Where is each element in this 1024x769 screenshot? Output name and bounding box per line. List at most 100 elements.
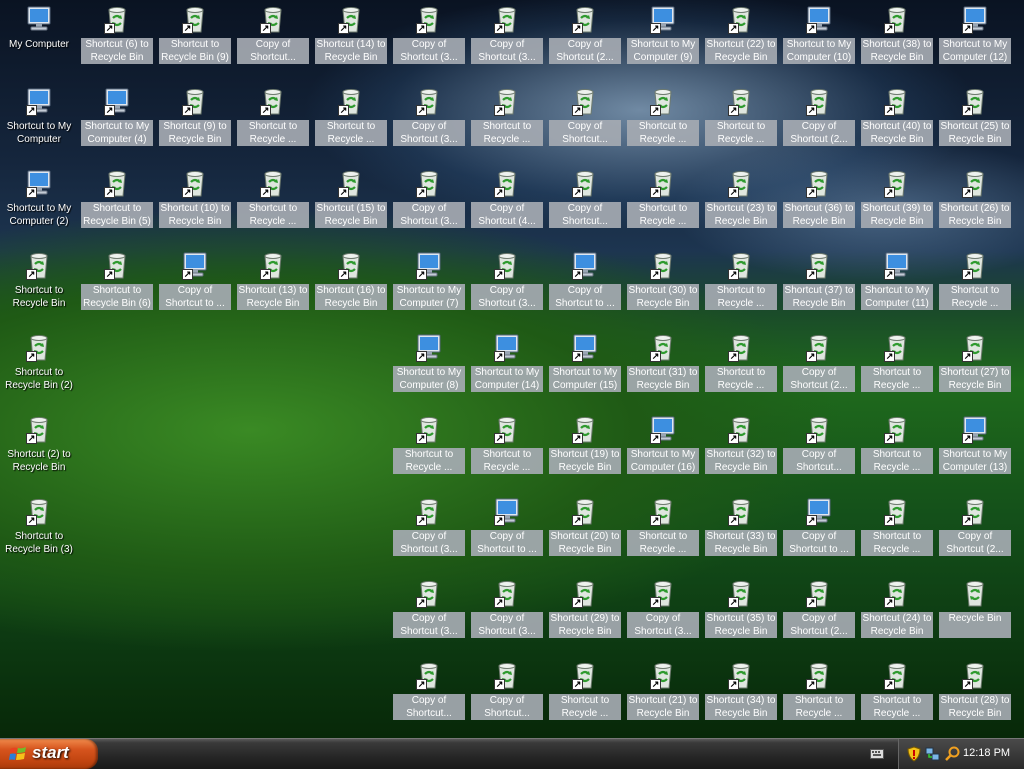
desktop-icon[interactable]: ↗ Shortcut (13) to Recycle Bin <box>235 248 311 328</box>
desktop-icon[interactable]: ↗ Copy of Shortcut (3... <box>625 576 701 656</box>
desktop-icon[interactable]: ↗ Shortcut to Recycle ... <box>625 166 701 246</box>
desktop-icon[interactable]: ↗ Copy of Shortcut (3... <box>391 166 467 246</box>
desktop-icon[interactable]: ↗ Shortcut to My Computer (14) <box>469 330 545 410</box>
desktop-icon[interactable]: ↗ Shortcut to Recycle ... <box>547 658 623 738</box>
desktop-icon[interactable]: ↗ Copy of Shortcut (2... <box>781 330 857 410</box>
desktop-icon[interactable]: ↗ Copy of Shortcut (3... <box>469 576 545 656</box>
desktop-icon[interactable]: ↗ Shortcut to My Computer (8) <box>391 330 467 410</box>
security-shield-icon[interactable] <box>907 746 921 762</box>
desktop-icon[interactable]: ↗ Shortcut (10) to Recycle Bin <box>157 166 233 246</box>
desktop-icon[interactable]: ↗ Shortcut to Recycle ... <box>781 658 857 738</box>
desktop-icon[interactable]: ↗ Shortcut (27) to Recycle Bin <box>937 330 1013 410</box>
desktop-icon[interactable]: ↗ Copy of Shortcut (3... <box>391 576 467 656</box>
desktop-icon[interactable]: ↗ Copy of Shortcut (3... <box>469 248 545 328</box>
desktop-icon[interactable]: ↗ Shortcut to Recycle Bin <box>1 248 77 328</box>
desktop-icon[interactable]: ↗ Shortcut (22) to Recycle Bin <box>703 2 779 82</box>
desktop-icon[interactable]: ↗ Shortcut (36) to Recycle Bin <box>781 166 857 246</box>
desktop-icon[interactable]: ↗ Shortcut to Recycle ... <box>703 84 779 164</box>
desktop-icon[interactable]: ↗ Copy of Shortcut... <box>235 2 311 82</box>
desktop-icon[interactable]: ↗ Shortcut to Recycle ... <box>313 84 389 164</box>
desktop-icon[interactable]: ↗ Shortcut to My Computer <box>1 84 77 164</box>
desktop-icon[interactable]: Recycle Bin <box>937 576 1013 656</box>
desktop-icon[interactable]: ↗ Shortcut to My Computer (4) <box>79 84 155 164</box>
desktop-icon[interactable]: ↗ Shortcut (25) to Recycle Bin <box>937 84 1013 164</box>
desktop-icon[interactable]: ↗ Shortcut (16) to Recycle Bin <box>313 248 389 328</box>
desktop-icon[interactable]: ↗ Copy of Shortcut (3... <box>391 2 467 82</box>
desktop-icon[interactable]: ↗ Copy of Shortcut... <box>547 84 623 164</box>
desktop-icon[interactable]: ↗ Copy of Shortcut (3... <box>391 494 467 574</box>
desktop-icon[interactable]: ↗ Copy of Shortcut (2... <box>781 576 857 656</box>
desktop-icon[interactable]: ↗ Shortcut to Recycle ... <box>859 658 935 738</box>
desktop-icon[interactable]: ↗ Copy of Shortcut (2... <box>781 84 857 164</box>
desktop-icon[interactable]: ↗ Shortcut to My Computer (13) <box>937 412 1013 492</box>
desktop-icon[interactable]: ↗ Copy of Shortcut to ... <box>781 494 857 574</box>
desktop-icon[interactable]: ↗ Shortcut to My Computer (16) <box>625 412 701 492</box>
desktop-icon[interactable]: ↗ Copy of Shortcut (2... <box>547 2 623 82</box>
desktop-icon[interactable]: ↗ Shortcut (24) to Recycle Bin <box>859 576 935 656</box>
desktop-icon[interactable]: ↗ Shortcut (28) to Recycle Bin <box>937 658 1013 738</box>
desktop-icon[interactable]: ↗ Shortcut to Recycle ... <box>859 412 935 492</box>
desktop-icon[interactable]: ↗ Shortcut (30) to Recycle Bin <box>625 248 701 328</box>
desktop[interactable]: My Computer ↗ Shortcut to My Computer ↗ Shor… <box>0 0 1024 738</box>
desktop-icon[interactable]: ↗ Shortcut (20) to Recycle Bin <box>547 494 623 574</box>
search-icon[interactable] <box>945 746 960 761</box>
desktop-icon[interactable]: ↗ Copy of Shortcut (3... <box>391 84 467 164</box>
desktop-icon[interactable]: ↗ Shortcut to Recycle Bin (5) <box>79 166 155 246</box>
desktop-icon[interactable]: ↗ Copy of Shortcut (2... <box>937 494 1013 574</box>
desktop-icon[interactable]: ↗ Shortcut to Recycle Bin (6) <box>79 248 155 328</box>
desktop-icon[interactable]: ↗ Shortcut to Recycle ... <box>937 248 1013 328</box>
desktop-icon[interactable]: ↗ Shortcut (37) to Recycle Bin <box>781 248 857 328</box>
desktop-icon[interactable]: ↗ Shortcut to Recycle ... <box>235 166 311 246</box>
desktop-icon[interactable]: ↗ Copy of Shortcut... <box>469 658 545 738</box>
desktop-icon[interactable]: ↗ Shortcut to Recycle ... <box>625 84 701 164</box>
desktop-icon[interactable]: ↗ Shortcut to Recycle ... <box>859 330 935 410</box>
desktop-icon[interactable]: ↗ Shortcut (26) to Recycle Bin <box>937 166 1013 246</box>
network-icon[interactable] <box>925 746 941 762</box>
desktop-icon[interactable]: ↗ Copy of Shortcut to ... <box>547 248 623 328</box>
desktop-icon[interactable]: ↗ Shortcut to Recycle ... <box>235 84 311 164</box>
desktop-icon[interactable]: ↗ Copy of Shortcut to ... <box>469 494 545 574</box>
desktop-icon[interactable]: ↗ Shortcut to My Computer (7) <box>391 248 467 328</box>
desktop-icon[interactable]: ↗ Shortcut to My Computer (10) <box>781 2 857 82</box>
desktop-icon[interactable]: ↗ Shortcut (9) to Recycle Bin <box>157 84 233 164</box>
desktop-icon[interactable]: ↗ Copy of Shortcut... <box>547 166 623 246</box>
desktop-icon[interactable]: My Computer <box>1 2 77 82</box>
desktop-icon[interactable]: ↗ Shortcut (21) to Recycle Bin <box>625 658 701 738</box>
desktop-icon[interactable]: ↗ Shortcut to Recycle Bin (2) <box>1 330 77 410</box>
desktop-icon[interactable]: ↗ Shortcut to My Computer (9) <box>625 2 701 82</box>
desktop-icon[interactable]: ↗ Shortcut to Recycle ... <box>703 248 779 328</box>
desktop-icon[interactable]: ↗ Copy of Shortcut (4... <box>469 166 545 246</box>
desktop-icon[interactable]: ↗ Shortcut to Recycle Bin (3) <box>1 494 77 574</box>
desktop-icon[interactable]: ↗ Shortcut to Recycle ... <box>625 494 701 574</box>
desktop-icon[interactable]: ↗ Shortcut (23) to Recycle Bin <box>703 166 779 246</box>
start-button[interactable]: start <box>0 739 98 769</box>
desktop-icon[interactable]: ↗ Shortcut (40) to Recycle Bin <box>859 84 935 164</box>
desktop-icon[interactable]: ↗ Shortcut to Recycle Bin (9) <box>157 2 233 82</box>
desktop-icon[interactable]: ↗ Shortcut (29) to Recycle Bin <box>547 576 623 656</box>
desktop-icon[interactable]: ↗ Shortcut (2) to Recycle Bin <box>1 412 77 492</box>
desktop-icon[interactable]: ↗ Shortcut (19) to Recycle Bin <box>547 412 623 492</box>
desktop-icon[interactable]: ↗ Shortcut to Recycle ... <box>859 494 935 574</box>
desktop-icon[interactable]: ↗ Shortcut (33) to Recycle Bin <box>703 494 779 574</box>
desktop-icon[interactable]: ↗ Shortcut (35) to Recycle Bin <box>703 576 779 656</box>
desktop-icon[interactable]: ↗ Copy of Shortcut (3... <box>469 2 545 82</box>
desktop-icon[interactable]: ↗ Shortcut to My Computer (2) <box>1 166 77 246</box>
desktop-icon[interactable]: ↗ Shortcut (32) to Recycle Bin <box>703 412 779 492</box>
desktop-icon[interactable]: ↗ Shortcut to Recycle ... <box>391 412 467 492</box>
desktop-icon[interactable]: ↗ Shortcut (6) to Recycle Bin <box>79 2 155 82</box>
desktop-icon[interactable]: ↗ Shortcut to My Computer (15) <box>547 330 623 410</box>
desktop-icon[interactable]: ↗ Copy of Shortcut... <box>391 658 467 738</box>
keyboard-icon[interactable] <box>870 748 884 760</box>
desktop-icon[interactable]: ↗ Shortcut to My Computer (11) <box>859 248 935 328</box>
desktop-icon[interactable]: ↗ Shortcut (39) to Recycle Bin <box>859 166 935 246</box>
desktop-icon[interactable]: ↗ Shortcut (15) to Recycle Bin <box>313 166 389 246</box>
desktop-icon[interactable]: ↗ Copy of Shortcut... <box>781 412 857 492</box>
desktop-icon[interactable]: ↗ Shortcut (31) to Recycle Bin <box>625 330 701 410</box>
desktop-icon[interactable]: ↗ Shortcut (38) to Recycle Bin <box>859 2 935 82</box>
desktop-icon[interactable]: ↗ Copy of Shortcut to ... <box>157 248 233 328</box>
desktop-icon[interactable]: ↗ Shortcut to Recycle ... <box>469 412 545 492</box>
desktop-icon[interactable]: ↗ Shortcut to Recycle ... <box>703 330 779 410</box>
clock[interactable]: 12:18 PM <box>963 747 1010 759</box>
desktop-icon[interactable]: ↗ Shortcut (34) to Recycle Bin <box>703 658 779 738</box>
desktop-icon[interactable]: ↗ Shortcut (14) to Recycle Bin <box>313 2 389 82</box>
